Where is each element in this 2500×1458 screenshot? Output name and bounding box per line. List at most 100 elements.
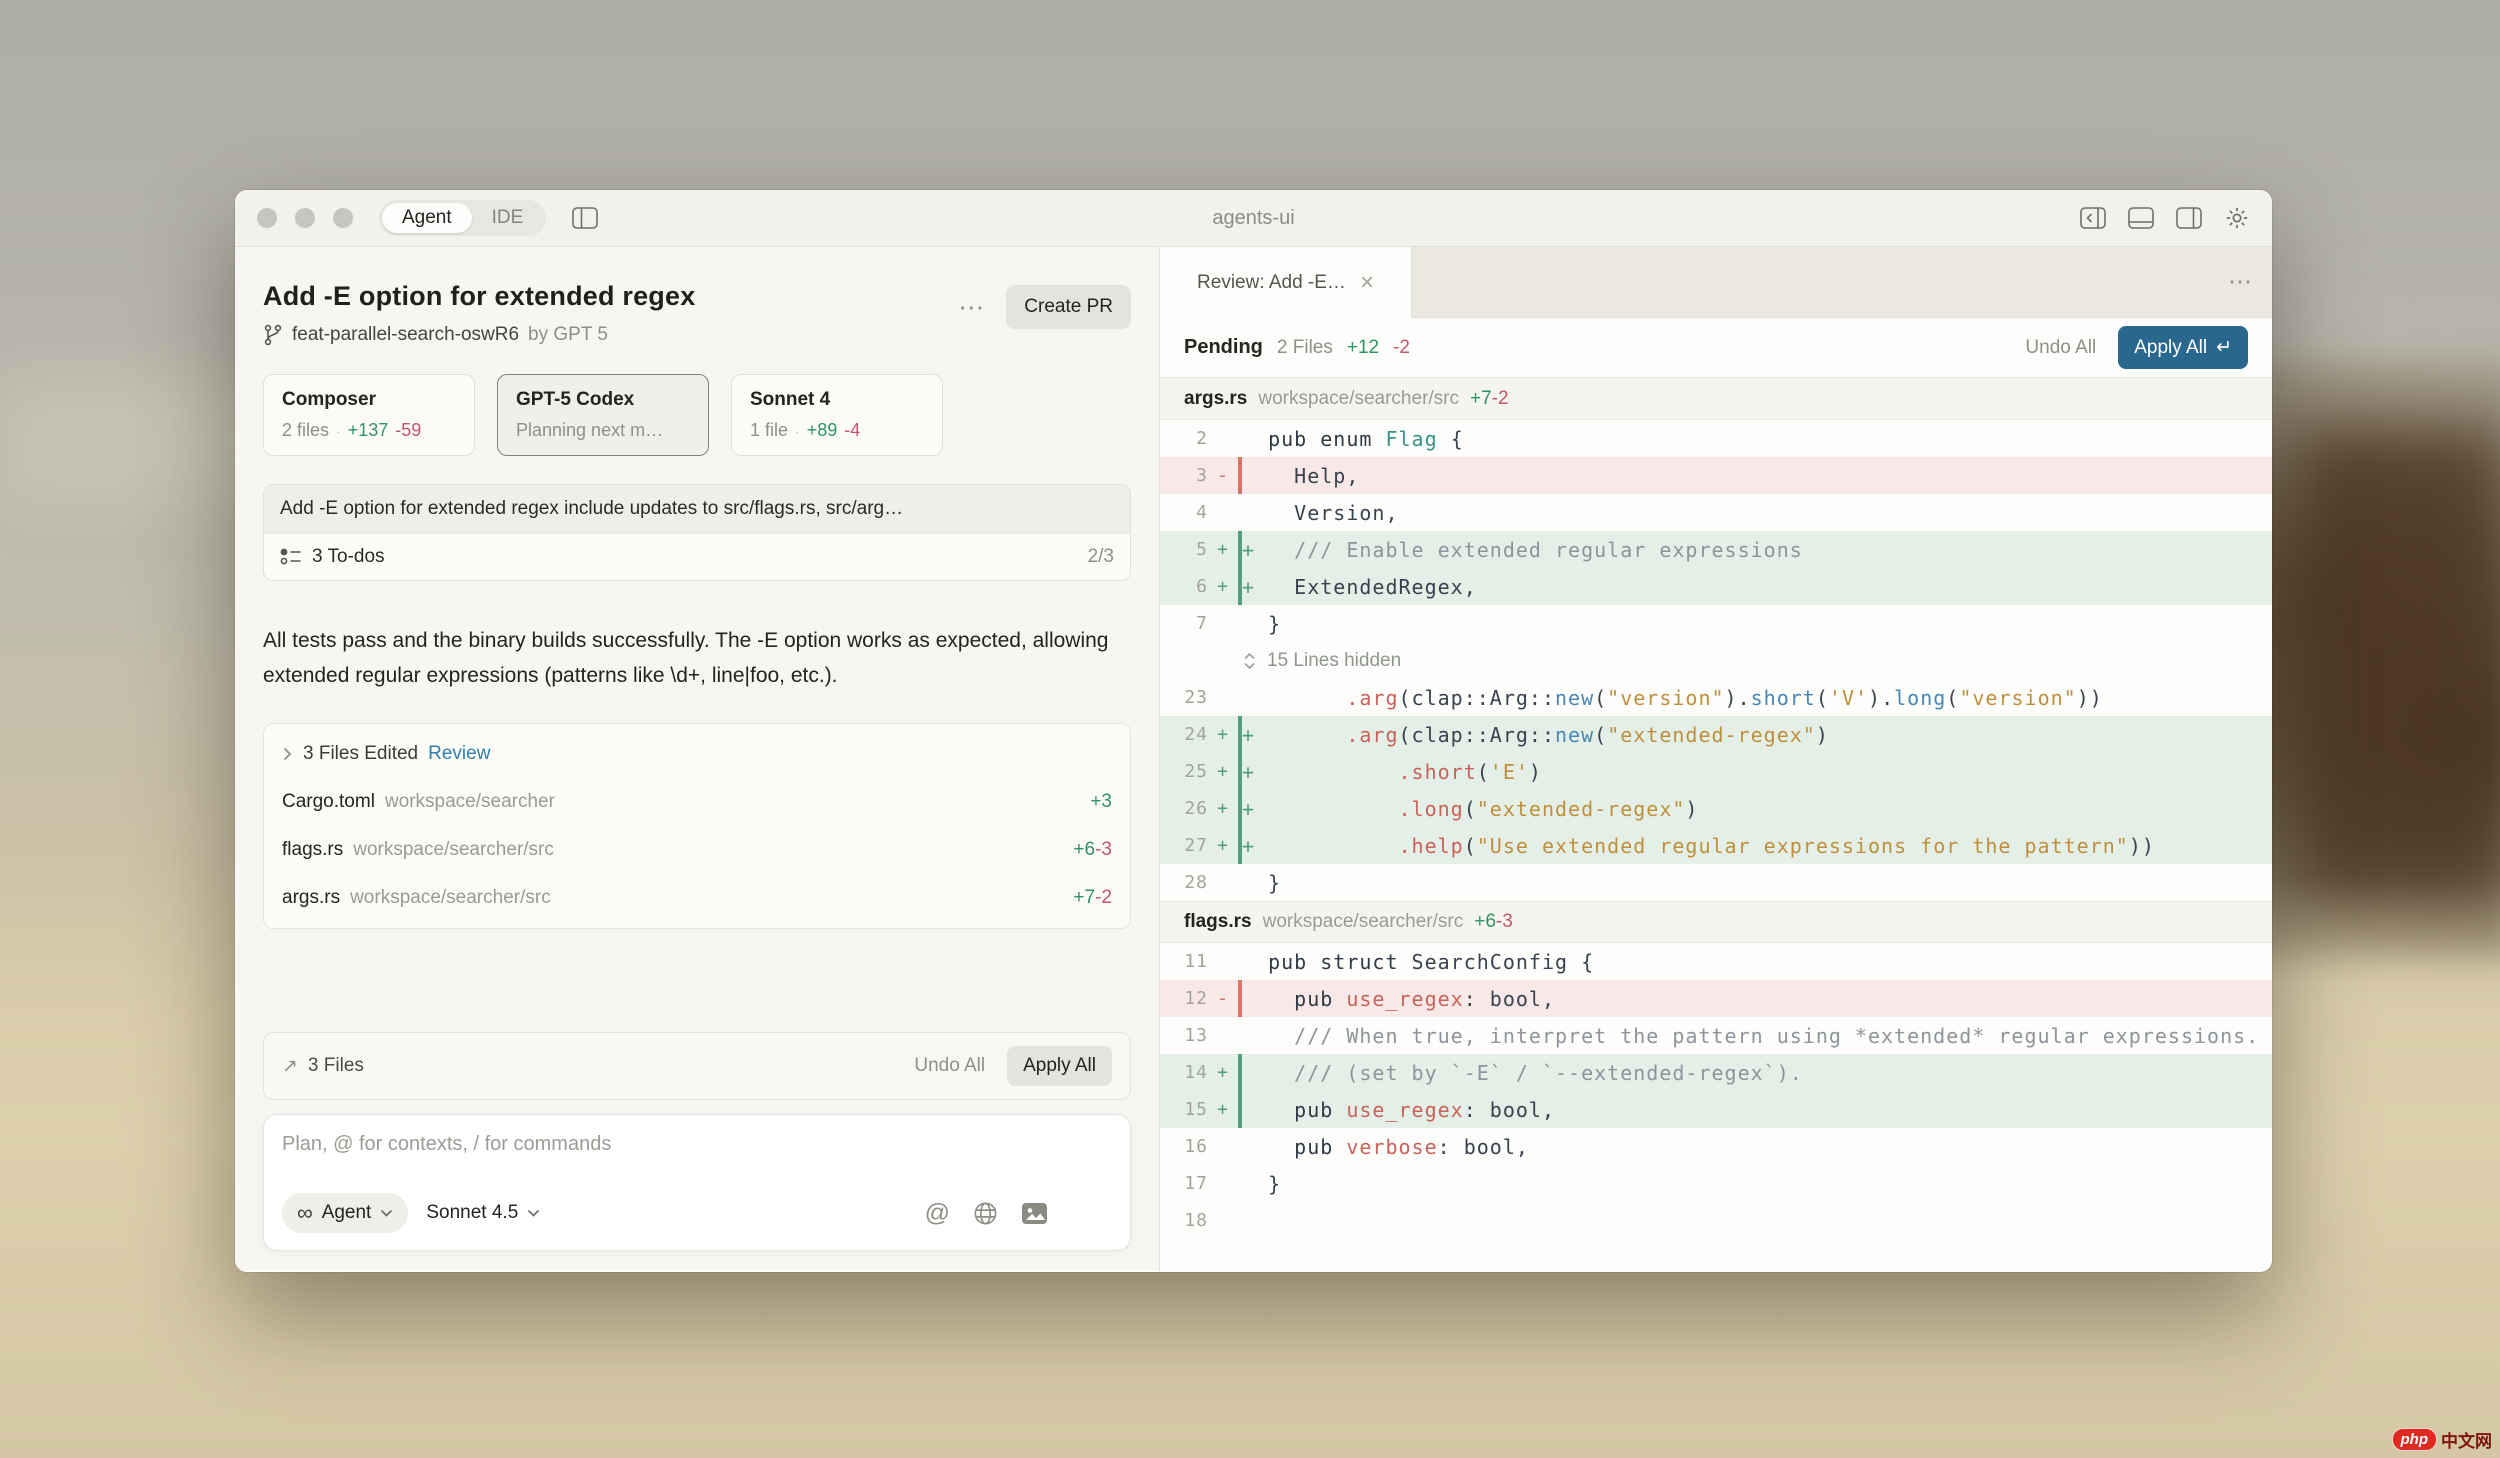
todos-row[interactable]: 3 To-dos 2/3 [264, 533, 1130, 580]
hidden-lines-row[interactable]: 15 Lines hidden [1160, 642, 2272, 679]
diff-row: 3- Help, [1160, 457, 2272, 494]
review-link[interactable]: Review [428, 743, 490, 765]
agent-card-gpt5-codex[interactable]: GPT-5 Codex Planning next m… [497, 374, 709, 456]
task-box: Add -E option for extended regex include… [263, 484, 1131, 581]
create-pr-button[interactable]: Create PR [1006, 285, 1131, 329]
agent-card-name: Composer [282, 389, 456, 411]
diff-file-name: args.rs [1184, 388, 1247, 410]
todo-list-icon [280, 547, 302, 567]
diff-file-name: flags.rs [1184, 911, 1252, 933]
at-icon: @ [925, 1199, 950, 1228]
agent-card-composer[interactable]: Composer 2 files · +137-59 [263, 374, 475, 456]
attach-image-button[interactable] [1021, 1202, 1048, 1225]
task-more-button[interactable]: ⋯ [958, 294, 984, 320]
file-deletions: -3 [1095, 839, 1112, 860]
sidebar-icon [572, 207, 598, 229]
sidebar-toggle-button[interactable] [572, 207, 598, 229]
php-logo: php [2392, 1428, 2438, 1451]
dot-separator: · [795, 423, 800, 439]
diff-file-deletions: -3 [1496, 911, 1513, 932]
collapse-left-panel-button[interactable] [2080, 207, 2106, 229]
prompt-input[interactable] [282, 1133, 1112, 1156]
agent-panel: Add -E option for extended regex feat-pa… [235, 247, 1160, 1271]
file-deletions: -2 [1095, 887, 1112, 908]
git-branch-icon [263, 324, 283, 346]
files-edited-header[interactable]: 3 Files Edited Review [264, 730, 1130, 778]
titlebar-actions [2080, 205, 2250, 231]
mode-selector[interactable]: ∞ Agent [282, 1193, 408, 1233]
diff-file-path: workspace/searcher/src [1263, 911, 1464, 933]
apply-all-button-left[interactable]: Apply All [1007, 1046, 1112, 1086]
tab-agent[interactable]: Agent [382, 203, 472, 233]
diff-args-rs: 2 pub enum Flag {3- Help,4 Version,5++ /… [1160, 420, 2272, 901]
diff-row: 14+ /// (set by `-E` / `--extended-regex… [1160, 1054, 2272, 1091]
apply-all-label: Apply All [2134, 337, 2207, 359]
file-row[interactable]: Cargo.toml workspace/searcher +3 [264, 778, 1130, 826]
settings-button[interactable] [2224, 205, 2250, 231]
diff-row: 4 Version, [1160, 494, 2272, 531]
agent-card-name: Sonnet 4 [750, 389, 924, 411]
file-additions: +6 [1073, 839, 1095, 860]
file-name: args.rs [282, 887, 340, 909]
apply-all-button-review[interactable]: Apply All ↵ [2118, 326, 2248, 369]
diff-row: 16 pub verbose: bool, [1160, 1128, 2272, 1165]
model-selector[interactable]: Sonnet 4.5 [426, 1202, 540, 1224]
diff-file-header-args[interactable]: args.rs workspace/searcher/src +7-2 [1160, 378, 2272, 420]
tab-review-label: Review: Add -E… [1197, 272, 1346, 294]
review-tabbar: Review: Add -E… × ⋯ [1160, 247, 2272, 318]
diff-file-additions: +6 [1474, 911, 1496, 932]
mention-context-button[interactable]: @ [925, 1199, 950, 1228]
diff-row: 7 } [1160, 605, 2272, 642]
file-row[interactable]: args.rs workspace/searcher/src +7-2 [264, 874, 1130, 922]
diff-row: 17 } [1160, 1165, 2272, 1202]
agent-card-deletions: -4 [844, 420, 860, 441]
task-prompt: Add -E option for extended regex include… [264, 485, 1130, 533]
chevron-down-icon [380, 1209, 393, 1217]
diff-row: 2 pub enum Flag { [1160, 420, 2272, 457]
unfold-icon [1242, 652, 1257, 670]
agent-cards: Composer 2 files · +137-59 GPT-5 Codex P… [263, 374, 1131, 456]
close-tab-button[interactable]: × [1360, 271, 1374, 295]
model-selector-label: Sonnet 4.5 [426, 1202, 518, 1224]
diff-row: 15+ pub use_regex: bool, [1160, 1091, 2272, 1128]
undo-all-button-left[interactable]: Undo All [914, 1055, 985, 1077]
diff-file-header-flags[interactable]: flags.rs workspace/searcher/src +6-3 [1160, 901, 2272, 943]
undo-all-button-review[interactable]: Undo All [2025, 337, 2096, 359]
tab-review[interactable]: Review: Add -E… × [1160, 247, 1412, 318]
agent-card-sonnet4[interactable]: Sonnet 4 1 file · +89-4 [731, 374, 943, 456]
files-edited-card: 3 Files Edited Review Cargo.toml workspa… [263, 723, 1131, 929]
diff-row: 26++ .long("extended-regex") [1160, 790, 2272, 827]
agent-summary-text: All tests pass and the binary builds suc… [263, 623, 1118, 693]
tab-ide[interactable]: IDE [472, 203, 544, 233]
file-name: flags.rs [282, 839, 343, 861]
agent-card-status: Planning next m… [516, 420, 663, 441]
voice-input-button[interactable] [1070, 1192, 1112, 1234]
composer: ∞ Agent Sonnet 4.5 @ [263, 1114, 1131, 1251]
diff-file-deletions: -2 [1492, 388, 1509, 409]
globe-icon [972, 1200, 999, 1227]
zoom-window-button[interactable] [333, 208, 353, 228]
app-window: Agent IDE agents-ui Add [235, 190, 2272, 1272]
pending-files-count: 3 Files [308, 1055, 364, 1077]
diff-file-path: workspace/searcher/src [1258, 388, 1459, 410]
pending-files-bar: ↗ 3 Files Undo All Apply All [263, 1032, 1131, 1100]
return-key-icon: ↵ [2216, 336, 2232, 359]
tabbar-more-button[interactable]: ⋯ [2228, 268, 2252, 297]
infinity-icon: ∞ [297, 1202, 313, 1224]
minimize-window-button[interactable] [295, 208, 315, 228]
review-additions: +12 [1347, 337, 1379, 359]
close-window-button[interactable] [257, 208, 277, 228]
file-row[interactable]: flags.rs workspace/searcher/src +6-3 [264, 826, 1130, 874]
traffic-lights [257, 208, 353, 228]
toggle-right-panel-button[interactable] [2176, 207, 2202, 229]
gear-icon [2224, 205, 2250, 231]
microphone-icon [1080, 1202, 1102, 1224]
watermark: php 中文网 [2392, 1427, 2493, 1452]
agent-card-additions: +89 [807, 420, 838, 441]
diff-row: 24++ .arg(clap::Arg::new("extended-regex… [1160, 716, 2272, 753]
watermark-text: 中文网 [2441, 1427, 2492, 1452]
review-deletions: -2 [1393, 337, 1410, 359]
web-search-button[interactable] [972, 1200, 999, 1227]
file-additions: +7 [1073, 887, 1095, 908]
toggle-bottom-panel-button[interactable] [2128, 207, 2154, 229]
